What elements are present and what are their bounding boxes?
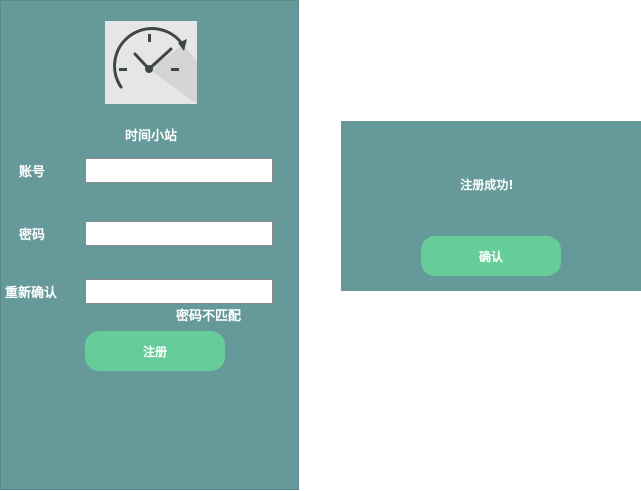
success-dialog: 注册成功! 确认: [341, 121, 641, 291]
app-title: 时间小站: [124, 129, 177, 144]
clock-gauge-icon: [105, 21, 197, 104]
password-input[interactable]: [85, 221, 273, 246]
account-label: 账号: [19, 165, 46, 180]
account-input[interactable]: [85, 158, 273, 183]
register-panel: 时间小站 账号 密码 重新确认 密码不匹配 注册: [0, 0, 299, 490]
password-label: 密码: [19, 228, 46, 243]
success-message: 注册成功!: [460, 178, 514, 192]
confirm-password-input[interactable]: [85, 279, 273, 304]
confirm-password-label: 重新确认: [5, 286, 58, 301]
confirm-button[interactable]: 确认: [421, 236, 561, 276]
password-mismatch-error: 密码不匹配: [176, 309, 242, 324]
register-button[interactable]: 注册: [85, 331, 225, 371]
